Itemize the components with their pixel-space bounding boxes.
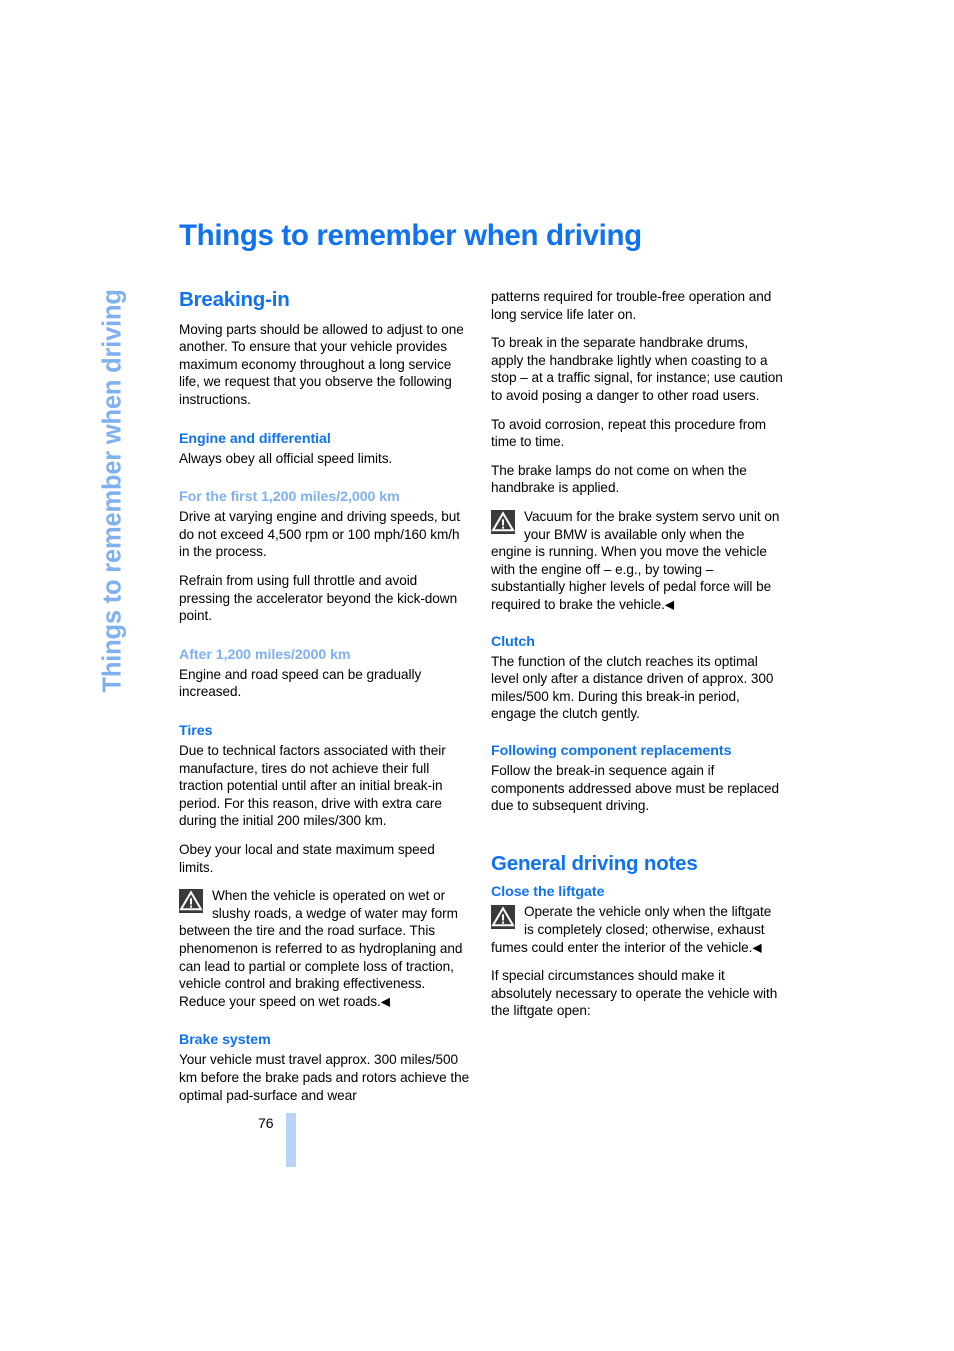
end-of-warning-marker: ◀	[664, 597, 675, 612]
end-of-warning-marker: ◀	[380, 994, 390, 1009]
manual-page: Things to remember when driving Things t…	[0, 0, 954, 1351]
end-of-warning-marker: ◀	[752, 940, 762, 954]
subheading-first-1200-miles: For the first 1,200 miles/2,000 km	[179, 489, 400, 506]
page-title: Things to remember when driving	[179, 219, 642, 252]
section-heading-general-driving-notes: General driving notes	[491, 851, 698, 875]
paragraph-engine-speed-limits: Always obey all official speed limits.	[179, 450, 393, 466]
warning-block-hydroplaning: When the vehicle is operated on wet or s…	[179, 887, 471, 1010]
text-column-left: Breaking-in Moving parts should be allow…	[179, 288, 471, 1115]
warning-triangle-icon	[491, 509, 515, 534]
subheading-brake-system: Brake system	[179, 1032, 271, 1049]
section-heading-breaking-in: Breaking-in	[179, 288, 290, 311]
paragraph-brake-continued: patterns required for trouble-free opera…	[491, 289, 772, 322]
running-head-label: Things to remember when driving	[98, 288, 127, 692]
paragraph-first-miles-speeds: Drive at varying engine and driving spee…	[179, 509, 461, 560]
warning-block-liftgate: Operate the vehicle only when the liftga…	[491, 903, 783, 956]
paragraph-after-miles: Engine and road speed can be gradually i…	[179, 666, 422, 700]
text-column-right: patterns required for trouble-free opera…	[491, 288, 783, 1031]
warning-triangle-icon	[491, 905, 515, 930]
chapter-tab-marker	[286, 1113, 296, 1167]
paragraph-handbrake-break-in: To break in the separate handbrake drums…	[491, 335, 783, 403]
subheading-engine-and-differential: Engine and differential	[179, 430, 331, 447]
subheading-after-1200-miles: After 1,200 miles/2000 km	[179, 646, 351, 663]
paragraph-brake-lamps: The brake lamps do not come on when the …	[491, 462, 747, 496]
running-head-vertical: Things to remember when driving	[99, 222, 166, 692]
paragraph-component-replacements: Follow the break-in sequence again if co…	[491, 762, 780, 814]
warning-block-brake-servo: Vacuum for the brake system servo unit o…	[491, 508, 783, 614]
paragraph-clutch: The function of the clutch reaches its o…	[491, 653, 774, 722]
paragraph-tires-traction: Due to technical factors associated with…	[179, 743, 446, 829]
subheading-clutch: Clutch	[491, 633, 535, 650]
paragraph-brake-system: Your vehicle must travel approx. 300 mil…	[179, 1052, 470, 1103]
paragraph-handbrake-corrosion: To avoid corrosion, repeat this procedur…	[491, 416, 766, 450]
subheading-tires: Tires	[179, 722, 213, 739]
page-number: 76	[258, 1115, 274, 1131]
page-footer: 76	[258, 1108, 318, 1188]
paragraph-liftgate-open: If special circumstances should make it …	[491, 968, 778, 1019]
warning-text-brake-servo: Vacuum for the brake system servo unit o…	[491, 508, 780, 612]
subheading-following-component-replacements: Following component replacements	[491, 742, 732, 759]
paragraph-tires-speed-limits: Obey your local and state maximum speed …	[179, 841, 435, 875]
warning-triangle-icon	[179, 889, 203, 914]
warning-text-hydroplaning: When the vehicle is operated on wet or s…	[179, 888, 463, 1009]
warning-text-liftgate: Operate the vehicle only when the liftga…	[491, 904, 772, 955]
paragraph-breaking-in-intro: Moving parts should be allowed to adjust…	[179, 321, 464, 407]
subheading-close-the-liftgate: Close the liftgate	[491, 884, 605, 901]
paragraph-first-miles-throttle: Refrain from using full throttle and avo…	[179, 572, 458, 624]
